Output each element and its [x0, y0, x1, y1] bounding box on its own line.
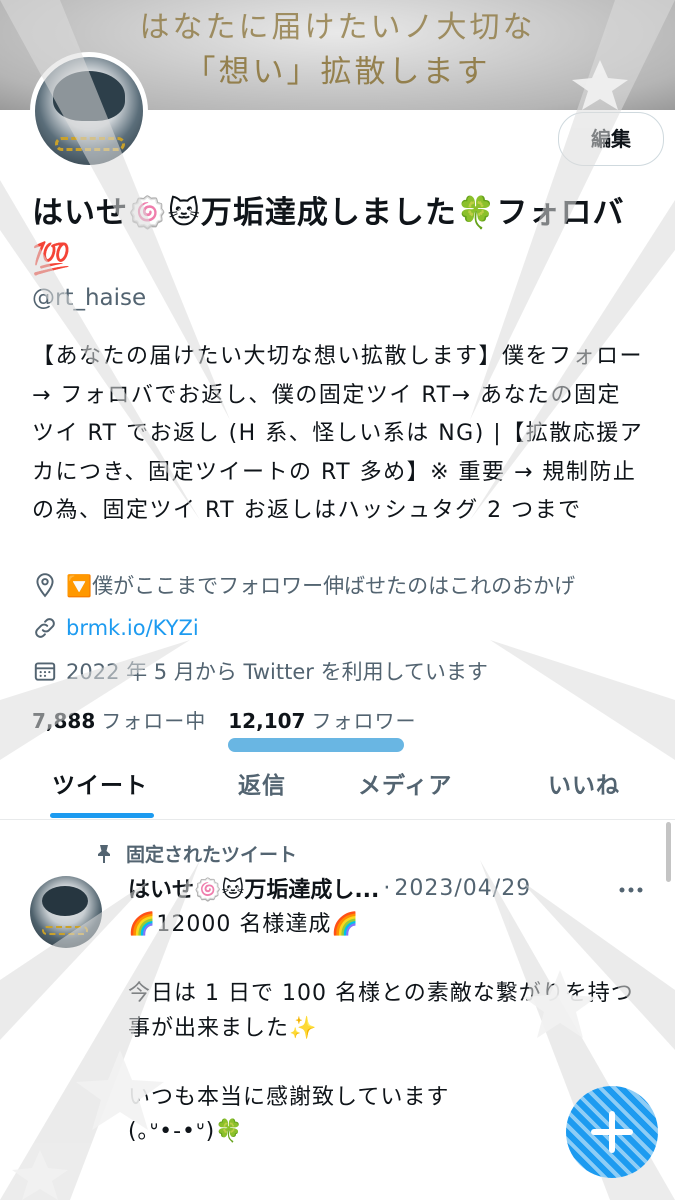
following-link[interactable]: 7,888 フォロー中 [32, 705, 206, 734]
tabs-divider [0, 819, 675, 820]
compose-plus-icon [591, 1111, 633, 1153]
pinned-text: 固定されたツイート [126, 844, 298, 866]
tab-replies[interactable]: 返信 [238, 766, 286, 800]
tweet-date[interactable]: 2023/04/29 [394, 876, 531, 901]
calendar-icon [34, 662, 56, 681]
compose-tweet-button[interactable] [566, 1086, 658, 1178]
tweet-author-avatar[interactable] [30, 876, 102, 948]
edit-profile-button[interactable]: 編集 [558, 112, 664, 166]
tweet-header: はいせ🍥🐱万垢達成し... · 2023/04/29 [128, 872, 531, 904]
joined-text: 2022 年 5 月から Twitter を利用しています [66, 660, 488, 684]
following-label: フォロー中 [101, 709, 207, 733]
link-text[interactable]: brmk.io/KYZi [66, 616, 199, 640]
more-icon[interactable] [616, 878, 646, 902]
tab-media[interactable]: メディア [358, 766, 452, 800]
following-count: 7,888 [32, 709, 96, 733]
avatar-hair [42, 886, 88, 916]
profile-location: 🔽僕がここまでフォロワー伸ばせたのはこれのおかげ [32, 570, 575, 600]
followers-count: 12,107 [228, 709, 306, 733]
profile-handle: @rt_haise [32, 285, 147, 311]
profile-display-name: はいせ🍥🐱万垢達成しました🍀フォロバ💯 [32, 195, 625, 277]
followers-highlight-mark [228, 738, 404, 752]
location-pin-icon [36, 573, 54, 598]
profile-link[interactable]: brmk.io/KYZi [32, 615, 199, 641]
follow-counts: 7,888 フォロー中 12,107 フォロワー [32, 705, 438, 734]
profile-joined-date: 2022 年 5 月から Twitter を利用しています [32, 656, 488, 686]
active-tab-indicator [50, 813, 154, 818]
profile-avatar[interactable] [30, 52, 148, 170]
followers-link[interactable]: 12,107 フォロワー [228, 705, 416, 734]
tweet-author-name[interactable]: はいせ🍥🐱万垢達成し... [128, 872, 379, 904]
scrollbar[interactable] [666, 822, 671, 882]
banner-text-line1: はなたに届けたいノ大切な [139, 10, 536, 45]
tab-tweets[interactable]: ツイート [52, 766, 148, 800]
pinned-tweet-label: 固定されたツイート [92, 840, 297, 867]
profile-bio: 【あなたの届けたい大切な想い拡散します】僕をフォロー → フォロバでお返し、僕の… [32, 344, 644, 523]
link-icon [35, 618, 55, 638]
location-text: 🔽僕がここまでフォロワー伸ばせたのはこれのおかげ [66, 574, 576, 598]
avatar-chain [42, 926, 88, 935]
profile-tabs: ツイート 返信 メディア いいね [0, 758, 675, 818]
separator-dot: · [383, 875, 391, 901]
tab-likes[interactable]: いいね [548, 766, 620, 800]
avatar-chain [55, 137, 125, 151]
avatar-hair [53, 71, 125, 121]
pin-icon [98, 844, 110, 863]
followers-label: フォロワー [311, 709, 417, 733]
